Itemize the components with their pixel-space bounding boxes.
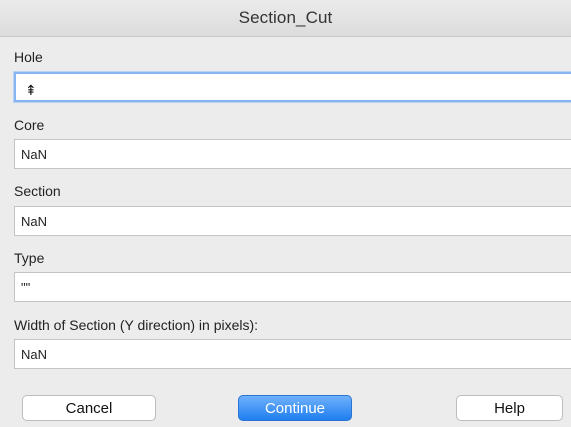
continue-button[interactable]: Continue: [238, 395, 352, 421]
window-title: Section_Cut: [238, 8, 333, 27]
hole-input[interactable]: [14, 72, 571, 102]
cancel-button[interactable]: Cancel: [22, 395, 156, 421]
dialog-window: Section_Cut Hole ⇞ Core Section Type Wid…: [0, 0, 571, 427]
hole-label: Hole: [14, 49, 43, 65]
type-label: Type: [14, 250, 45, 266]
core-input[interactable]: [14, 139, 571, 169]
type-input[interactable]: [14, 272, 571, 302]
section-input[interactable]: [14, 206, 571, 236]
width-input[interactable]: [14, 339, 571, 369]
width-label: Width of Section (Y direction) in pixels…: [14, 317, 259, 333]
text-cursor-icon: ⇞: [25, 83, 37, 99]
help-button[interactable]: Help: [456, 395, 563, 421]
core-label: Core: [14, 117, 45, 133]
section-label: Section: [14, 183, 61, 199]
title-bar: Section_Cut: [0, 0, 571, 37]
